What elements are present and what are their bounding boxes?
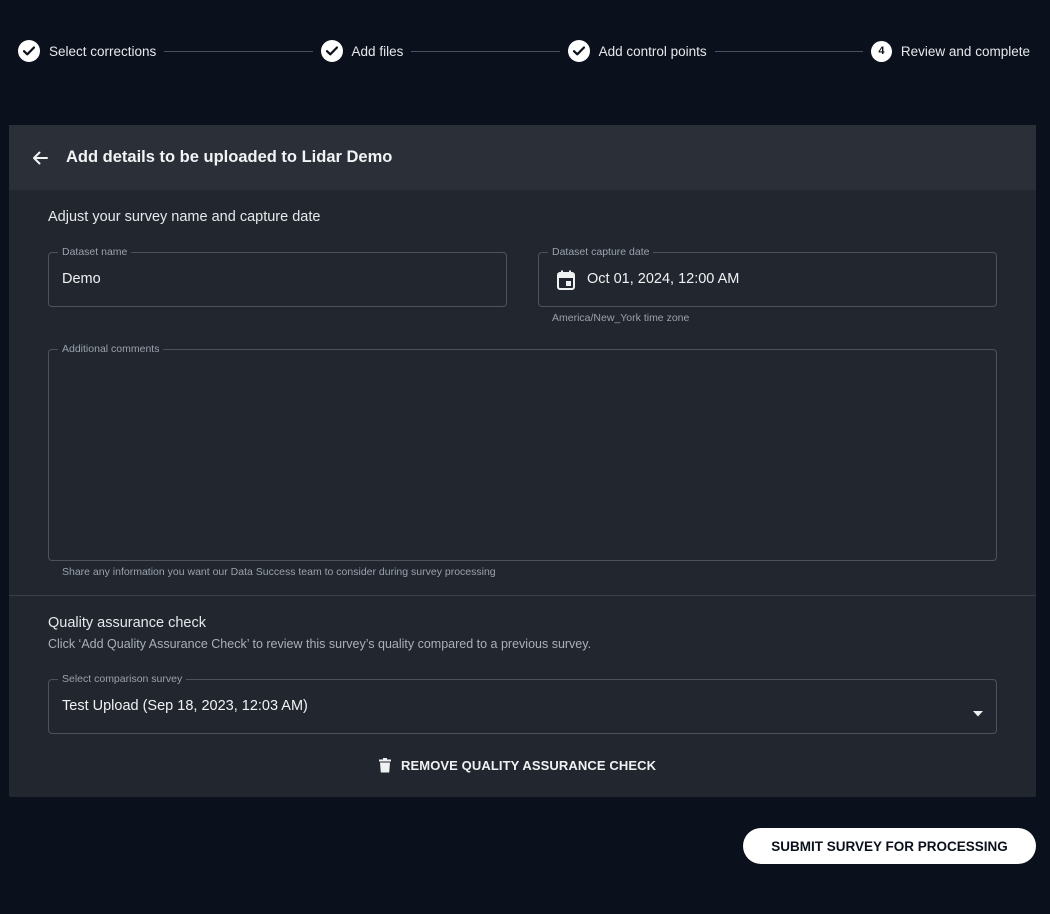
- additional-comments-label: Additional comments: [58, 343, 164, 355]
- remove-quality-check-label: REMOVE QUALITY ASSURANCE CHECK: [401, 757, 657, 773]
- progress-stepper: Select corrections Add files Add control…: [18, 39, 1030, 63]
- section-divider: [9, 595, 1036, 596]
- additional-comments-field[interactable]: Additional comments: [48, 343, 997, 561]
- calendar-icon[interactable]: [557, 270, 575, 290]
- arrow-left-icon[interactable]: [31, 149, 49, 167]
- details-section-title: Adjust your survey name and capture date: [48, 209, 321, 225]
- step-connector: [164, 50, 313, 52]
- step-label: Review and complete: [900, 43, 1030, 59]
- capture-date-label: Dataset capture date: [548, 246, 654, 258]
- details-card: Add details to be uploaded to Lidar Demo…: [9, 125, 1036, 797]
- step-connector: [411, 50, 560, 52]
- comparison-survey-select[interactable]: Select comparison survey Test Upload (Se…: [48, 673, 997, 734]
- step-number-icon: 4: [870, 40, 892, 62]
- step-add-control-points[interactable]: Add control points: [567, 40, 707, 62]
- step-label: Select corrections: [49, 43, 157, 59]
- capture-date-value[interactable]: Oct 01, 2024, 12:00 AM: [587, 271, 739, 287]
- capture-date-field[interactable]: Dataset capture date Oct 01, 2024, 12:00…: [538, 246, 997, 307]
- comparison-survey-label: Select comparison survey: [58, 673, 187, 685]
- step-connector: [714, 50, 863, 52]
- submit-survey-button[interactable]: SUBMIT SURVEY FOR PROCESSING: [743, 828, 1036, 864]
- step-add-files[interactable]: Add files: [320, 40, 404, 62]
- card-header: Add details to be uploaded to Lidar Demo: [9, 125, 1036, 190]
- check-circle-icon: [320, 40, 343, 62]
- quality-description: Click ‘Add Quality Assurance Check’ to r…: [48, 637, 592, 651]
- quality-section-title: Quality assurance check: [48, 615, 206, 631]
- trash-icon: [379, 757, 391, 773]
- step-label: Add files: [351, 43, 404, 59]
- dataset-name-value[interactable]: Demo: [62, 271, 101, 287]
- dataset-name-field[interactable]: Dataset name Demo: [48, 246, 507, 307]
- caret-down-icon[interactable]: [973, 704, 983, 717]
- step-select-corrections[interactable]: Select corrections: [18, 40, 156, 62]
- dataset-name-label: Dataset name: [58, 246, 132, 258]
- timezone-helper: America/New_York time zone: [552, 312, 690, 324]
- step-review-and-complete[interactable]: 4 Review and complete: [870, 40, 1030, 62]
- check-circle-icon: [18, 40, 40, 62]
- comments-helper: Share any information you want our Data …: [62, 566, 496, 578]
- step-label: Add control points: [598, 43, 707, 59]
- remove-quality-check-button[interactable]: REMOVE QUALITY ASSURANCE CHECK: [379, 753, 656, 777]
- page-title: Add details to be uploaded to Lidar Demo: [66, 148, 393, 166]
- comparison-survey-value[interactable]: Test Upload (Sep 18, 2023, 12:03 AM): [62, 698, 308, 714]
- check-circle-icon: [567, 40, 590, 62]
